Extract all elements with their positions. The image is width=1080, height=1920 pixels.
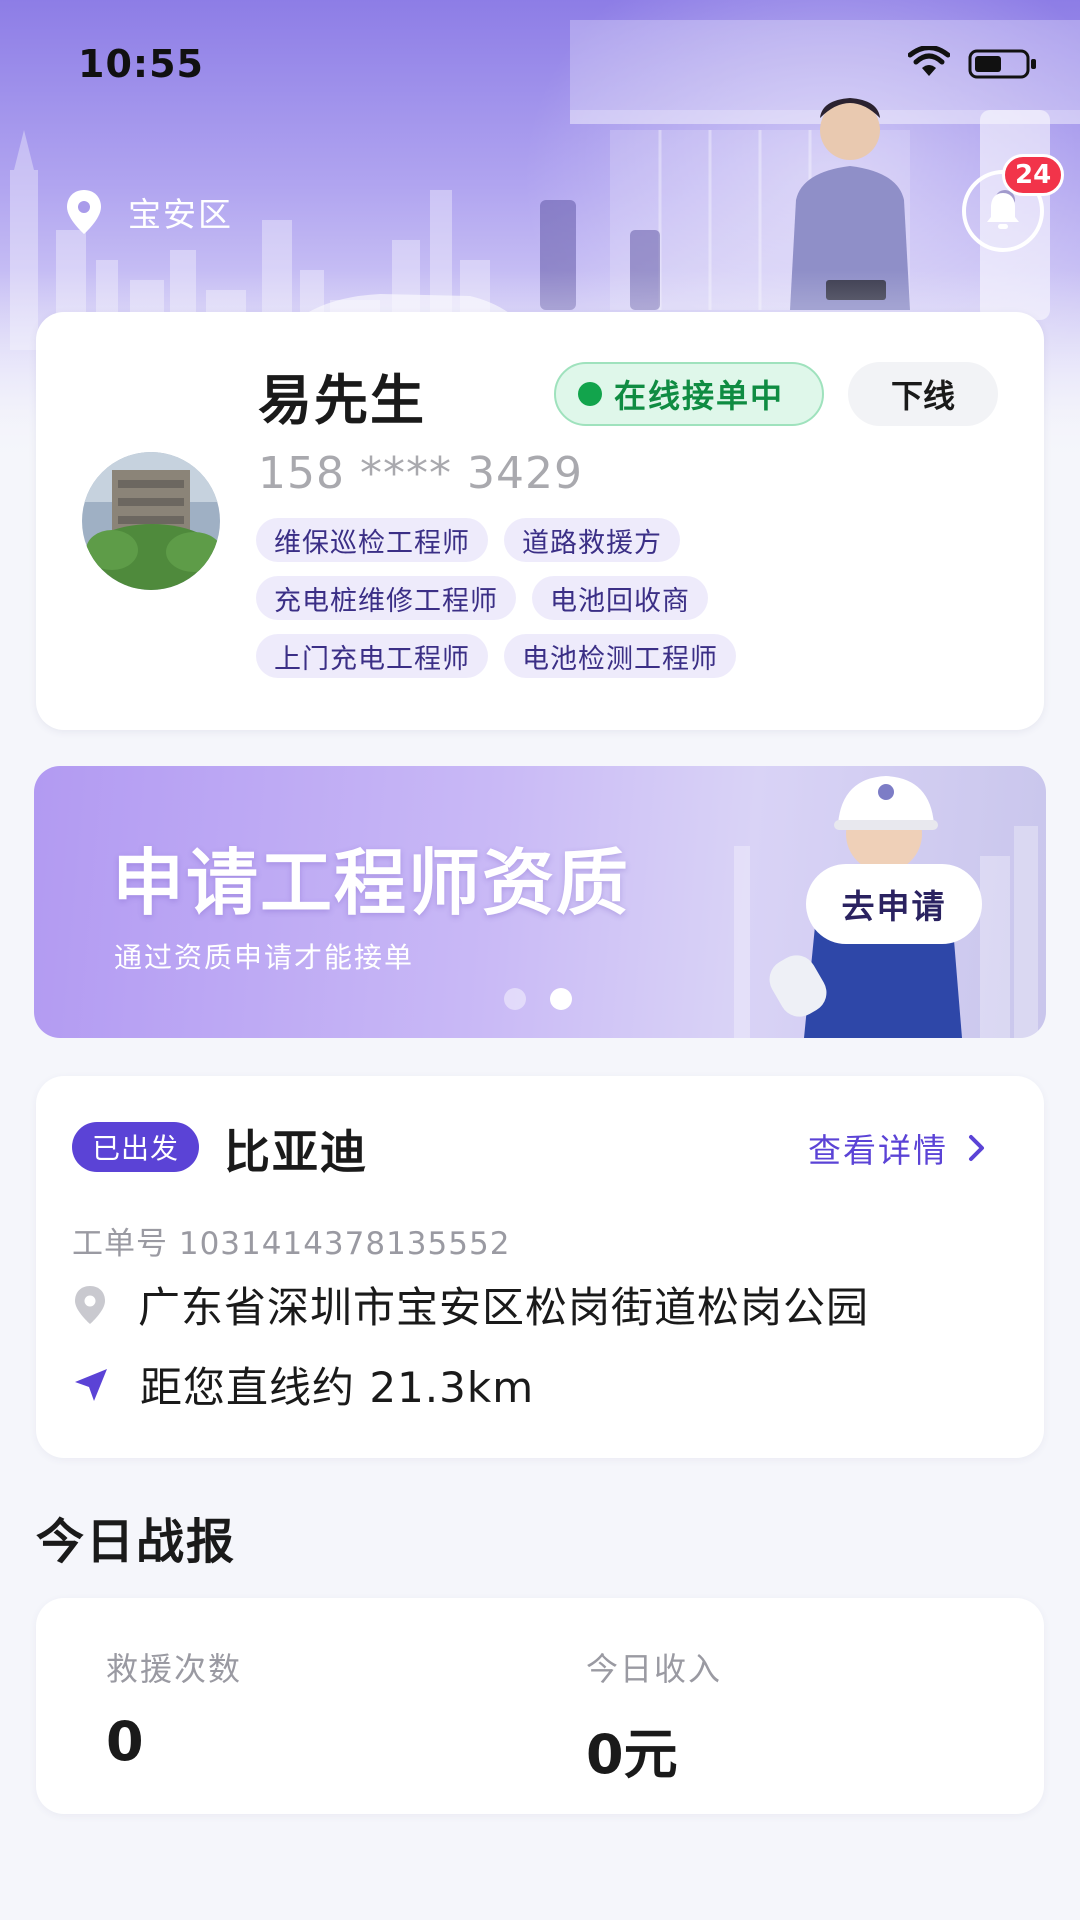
online-dot-icon [578, 382, 602, 406]
battery-icon [968, 49, 1036, 79]
go-offline-button[interactable]: 下线 [848, 362, 998, 426]
navigation-arrow-icon [75, 1368, 107, 1401]
online-status-text: 在线接单中 [614, 377, 785, 415]
order-status-badge: 已出发 [72, 1122, 200, 1172]
role-tag: 充电桩维修工程师 [256, 576, 516, 620]
role-tag: 电池检测工程师 [504, 634, 736, 678]
carousel-indicator [504, 988, 596, 1010]
status-time: 10:55 [78, 42, 204, 86]
stat-rescue-count: 救援次数 0 [106, 1644, 242, 1773]
phone-number: 158 **** 3429 [258, 448, 583, 499]
apply-button[interactable]: 去申请 [806, 864, 982, 944]
section-title-today-report: 今日战报 [36, 1514, 237, 1570]
location-selector[interactable]: 宝安区 [64, 186, 233, 238]
profile-card: 易先生 在线接单中 下线 158 **** 3429 维保巡检工程师 道路救援方… [36, 312, 1044, 730]
distance-row: 距您直线约 21.3km [72, 1354, 534, 1415]
role-tags: 维保巡检工程师 道路救援方 充电桩维修工程师 电池回收商 上门充电工程师 电池检… [256, 518, 1016, 692]
online-status-badge: 在线接单中 [554, 362, 824, 426]
notification-badge: 24 [1002, 154, 1065, 196]
avatar[interactable] [82, 452, 220, 590]
banner-subtitle: 通过资质申请才能接单 [114, 941, 415, 974]
chevron-right-icon [969, 1135, 984, 1161]
order-card[interactable]: 已出发 比亚迪 查看详情 工单号 1031414378135552 广东省深圳市… [36, 1076, 1044, 1458]
location-text: 宝安区 [128, 195, 233, 234]
order-brand: 比亚迪 [224, 1125, 368, 1179]
location-pin-icon [67, 190, 101, 234]
address-pin-icon [75, 1285, 105, 1324]
carousel-dot-active[interactable] [550, 988, 572, 1010]
tag-row: 上门充电工程师 电池检测工程师 [256, 634, 1016, 678]
status-bar: 10:55 [0, 0, 1080, 130]
tag-row: 充电桩维修工程师 电池回收商 [256, 576, 1016, 620]
tag-row: 维保巡检工程师 道路救援方 [256, 518, 1016, 562]
user-name: 易先生 [258, 369, 426, 432]
order-number: 工单号 1031414378135552 [72, 1226, 511, 1262]
carousel-dot[interactable] [504, 988, 526, 1010]
view-details-link[interactable]: 查看详情 [808, 1124, 988, 1172]
home-screen: 10:55 宝安区 24 易先生 在线接单中 下线 158 **** 3429 … [0, 0, 1080, 1920]
stat-value: 0元 [586, 1723, 678, 1786]
distance-text: 距您直线约 21.3km [140, 1363, 535, 1412]
role-tag: 维保巡检工程师 [256, 518, 488, 562]
wifi-icon [908, 46, 950, 76]
role-tag: 电池回收商 [532, 576, 708, 620]
address-text: 广东省深圳市宝安区松岗街道松岗公园 [138, 1283, 870, 1332]
role-tag: 上门充电工程师 [256, 634, 488, 678]
stat-today-income: 今日收入 0元 [586, 1644, 722, 1789]
view-details-label: 查看详情 [808, 1131, 948, 1170]
address-row: 广东省深圳市宝安区松岗街道松岗公园 [72, 1274, 869, 1335]
qualification-banner[interactable]: 申请工程师资质 通过资质申请才能接单 去申请 [34, 766, 1046, 1038]
stat-value: 0 [106, 1710, 144, 1773]
stat-label: 救援次数 [106, 1650, 243, 1688]
stat-label: 今日收入 [586, 1650, 723, 1688]
role-tag: 道路救援方 [504, 518, 680, 562]
banner-title: 申请工程师资质 [112, 841, 631, 925]
today-stats-card: 救援次数 0 今日收入 0元 [36, 1598, 1044, 1814]
